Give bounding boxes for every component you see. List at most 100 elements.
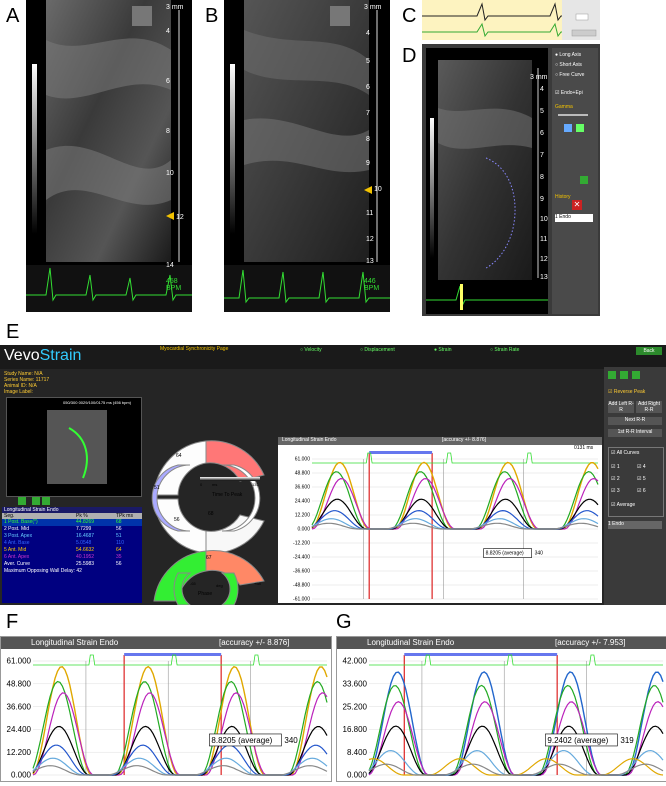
list-item[interactable]: 1 Endo	[555, 214, 593, 222]
endo-epi-checkbox[interactable]: ☑ Endo+Epi	[555, 90, 583, 96]
y-tick-label: -48.800	[293, 583, 310, 589]
icon-button-1[interactable]	[564, 124, 572, 132]
cell-pk: 5.0548	[76, 540, 92, 546]
back-button[interactable]: Back	[636, 347, 662, 355]
cell-seg: 1 Post. Base(*)	[4, 519, 38, 525]
table-row[interactable]: Aver. Curve 25.5983 56	[2, 561, 142, 568]
curve-1-checkbox[interactable]: ☑ 1	[611, 464, 620, 470]
table-body: 1 Post. Base(*) 44.8269 68 2 Post. Mid 7.729…	[2, 519, 142, 568]
ecg-trace	[312, 452, 598, 464]
cell-seg: 5 Ant. Mid	[4, 547, 27, 553]
y-tick-label: -24.400	[293, 555, 310, 561]
panel-e-window: VevoStrain Myocardial Synchronicity Page…	[0, 345, 666, 605]
logo: VevoStrain	[4, 347, 81, 365]
cell-seg: Aver. Curve	[4, 561, 31, 567]
list-item[interactable]: 1 Endo	[608, 521, 662, 529]
radio-strain[interactable]: ● Strain	[434, 347, 451, 353]
table-row[interactable]: 6 Ant. Apex 40.1952 35	[2, 554, 142, 561]
panel-d-tick: 8	[540, 174, 544, 181]
y-tick-label: 48.800	[295, 471, 311, 477]
phase-scale-unit: deg	[216, 583, 223, 588]
radio-short-axis[interactable]: ○ Short Axis	[555, 62, 582, 68]
panel-b-scale-unit: 3 mm	[364, 4, 382, 11]
panel-d-tick: 12	[540, 256, 548, 263]
bullseye-phase-label-1: 67	[206, 555, 212, 561]
panel-d-tick: 13	[540, 274, 548, 281]
radio-displacement-label: Displacement	[364, 347, 395, 353]
panel-letter-f: F	[6, 611, 19, 633]
bullseye-time	[151, 440, 265, 554]
y-tick-label: 61.000	[7, 657, 32, 666]
radio-velocity[interactable]: ○ Velocity	[300, 347, 322, 353]
all-curves-checkbox[interactable]: ☑ All Curves	[611, 450, 639, 456]
logo-sub: Strain	[39, 347, 82, 364]
y-tick-label: -12.200	[293, 541, 310, 547]
play-button[interactable]	[18, 497, 26, 505]
panel-g-title: Longitudinal Strain Endo	[367, 638, 455, 647]
tool-icon-2[interactable]	[620, 371, 628, 379]
panel-b-tick: 10	[374, 186, 382, 193]
y-tick-label: 0.000	[297, 527, 310, 533]
table-row[interactable]: 3 Post. Apex 16.4687 51	[2, 533, 142, 540]
table-row[interactable]: 2 Post. Mid 7.7299 56	[2, 526, 142, 533]
panel-a-ultrasound: 3 mm 4 6 8 10 12 14 458 BPM	[26, 0, 192, 312]
panel-a-tick: 6	[166, 78, 170, 85]
panel-b-tick: 9	[366, 160, 370, 167]
average-checkbox[interactable]: ☑ Average	[611, 502, 635, 508]
bullseye-time-label-4: 68	[208, 511, 214, 517]
panel-b-tick: 11	[366, 210, 374, 217]
curve-3-checkbox[interactable]: ☑ 3	[611, 488, 620, 494]
reverse-peak-checkbox[interactable]: ☑ Reverse Peak	[608, 389, 645, 395]
next-frame-button[interactable]	[42, 497, 50, 505]
average-label: 9.2402 (average)	[547, 736, 608, 745]
table-row[interactable]: 4 Ant. Base 5.0548 110	[2, 540, 142, 547]
panel-a-tick: 12	[176, 214, 184, 221]
next-rr-button[interactable]: Next R-R	[608, 417, 662, 425]
radio-long-axis[interactable]: ● Long Axis	[555, 52, 581, 58]
table-row[interactable]: 5 Ant. Mid 54.6632 64	[2, 547, 142, 554]
average-value: 319	[620, 736, 634, 745]
radio-displacement[interactable]: ○ Displacement	[360, 347, 395, 353]
panel-d-sidebar: ● Long Axis ○ Short Axis ○ Free Curve ☑ …	[552, 48, 598, 314]
cell-pk: 25.5983	[76, 561, 95, 567]
strain-curve	[311, 477, 599, 530]
delete-icon[interactable]: ✕	[572, 200, 582, 210]
panel-g-chart: Longitudinal Strain Endo [accuracy +/- 7…	[336, 636, 666, 782]
panel-b-heart-rate: 446 BPM	[364, 278, 380, 292]
cell-tpk: 51	[116, 533, 122, 539]
curve-6-checkbox[interactable]: ☑ 6	[637, 488, 646, 494]
cell-pk: 40.1952	[76, 554, 95, 560]
add-left-rr-button[interactable]: Add Left R-R	[608, 401, 634, 413]
curve-4-checkbox[interactable]: ☑ 4	[637, 464, 646, 470]
panel-c-ecg	[422, 0, 600, 40]
curve-2-checkbox[interactable]: ☑ 2	[611, 476, 620, 482]
panel-letter-e: E	[6, 321, 20, 343]
radio-short-axis-label: Short Axis	[559, 62, 582, 68]
icon-button-2[interactable]	[576, 124, 584, 132]
y-tick-label: 61.000	[295, 457, 311, 463]
study-info: Study Name: N/A Series Name: 11717 Anima…	[4, 371, 49, 395]
panel-f-chart: Longitudinal Strain Endo [accuracy +/- 8…	[0, 636, 332, 782]
add-right-rr-button[interactable]: Add Right R-R	[636, 401, 662, 413]
panel-a-heart-rate: 458 BPM	[166, 278, 182, 292]
strain-curve	[368, 701, 664, 776]
prev-frame-button[interactable]	[32, 497, 40, 505]
ecg-trace	[33, 654, 327, 666]
tool-icon-3[interactable]	[632, 371, 640, 379]
radio-free-curve[interactable]: ○ Free Curve	[555, 72, 584, 78]
tool-icon-1[interactable]	[608, 371, 616, 379]
y-tick-label: 0.000	[11, 771, 32, 780]
cine-image-graphic	[47, 410, 107, 484]
y-tick-label: 12.200	[295, 513, 311, 519]
panel-d-tick: 7	[540, 152, 544, 159]
table-row[interactable]: 1 Post. Base(*) 44.8269 68	[2, 519, 142, 526]
gamma-slider[interactable]	[558, 114, 588, 116]
y-tick-label: 0.000	[347, 771, 368, 780]
curve-5-checkbox[interactable]: ☑ 5	[637, 476, 646, 482]
curve-5-label: 5	[642, 476, 646, 482]
radio-strain-rate[interactable]: ○ Strain Rate	[490, 347, 519, 353]
cell-tpk: 35	[116, 554, 122, 560]
first-rr-interval-button[interactable]: 1st R-R Interval	[608, 429, 662, 437]
strain-table: Longitudinal Strain Endo Seg. Pk % TPk m…	[2, 507, 142, 603]
save-icon[interactable]	[580, 176, 588, 184]
